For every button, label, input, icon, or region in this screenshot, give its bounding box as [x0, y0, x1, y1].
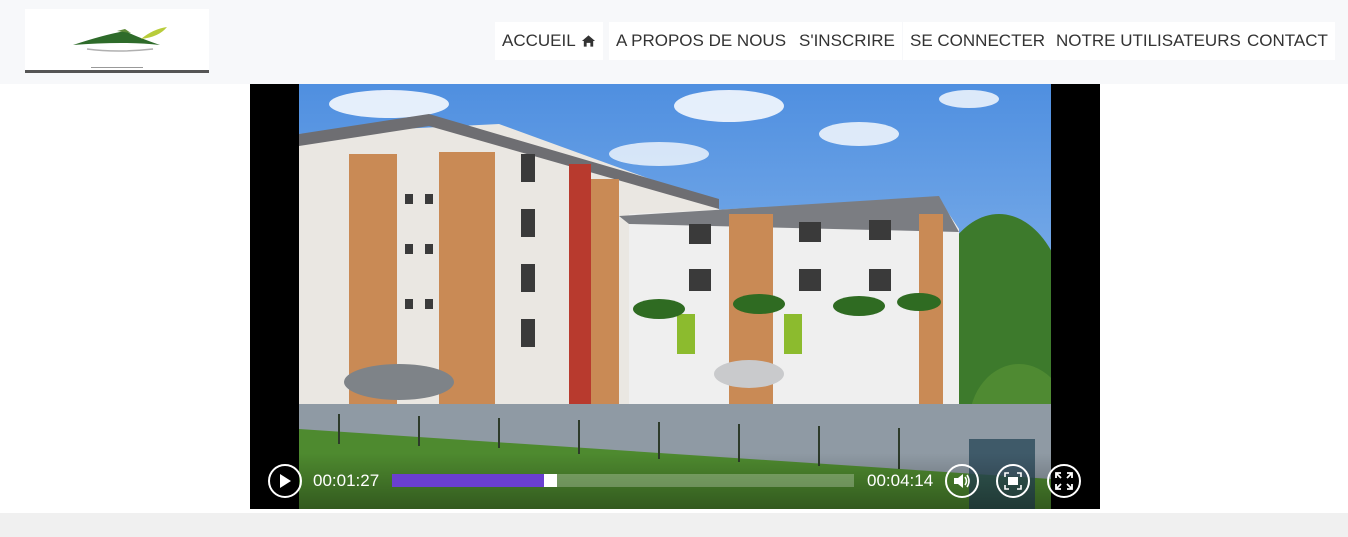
- nav-se-connecter-label: SE CONNECTER: [910, 31, 1046, 50]
- nav-se-connecter[interactable]: SE CONNECTER: [903, 22, 1053, 60]
- fullscreen-button[interactable]: [1047, 464, 1081, 498]
- logo-mountain-icon: [25, 9, 209, 70]
- fit-screen-button[interactable]: [996, 464, 1030, 498]
- site-header: ACCUEIL A PROPOS DE NOUS S'INSCRIRE SE C…: [0, 0, 1348, 84]
- nav-sinscrire-label: S'INSCRIRE: [799, 31, 895, 50]
- nav-accueil[interactable]: ACCUEIL: [495, 22, 603, 60]
- fullscreen-icon: [1055, 472, 1073, 490]
- video-frame-building-render: [299, 84, 1051, 509]
- play-button[interactable]: [268, 464, 302, 498]
- progress-fill: [392, 474, 551, 487]
- fit-screen-icon: [1004, 472, 1022, 490]
- progress-handle[interactable]: [544, 474, 558, 487]
- nav-accueil-label: ACCUEIL: [502, 31, 576, 50]
- volume-icon: [954, 474, 970, 488]
- play-icon: [280, 474, 291, 488]
- progress-bar[interactable]: [392, 474, 854, 487]
- current-time: 00:01:27: [313, 471, 380, 490]
- volume-button[interactable]: [945, 464, 979, 498]
- page-footer-band: [0, 513, 1348, 537]
- site-logo[interactable]: [25, 9, 209, 73]
- home-icon: [581, 35, 595, 47]
- nav-notre-utilisateurs-label: NOTRE UTILISATEURS: [1056, 31, 1241, 50]
- nav-a-propos-label: A PROPOS DE NOUS: [616, 31, 787, 50]
- nav-contact[interactable]: CONTACT: [1240, 22, 1335, 60]
- nav-sinscrire[interactable]: S'INSCRIRE: [792, 22, 902, 60]
- nav-notre-utilisateurs[interactable]: NOTRE UTILISATEURS: [1049, 22, 1248, 60]
- nav-contact-label: CONTACT: [1247, 31, 1328, 50]
- duration-time: 00:04:14: [867, 471, 934, 490]
- video-player[interactable]: [250, 84, 1100, 509]
- nav-a-propos[interactable]: A PROPOS DE NOUS: [609, 22, 794, 60]
